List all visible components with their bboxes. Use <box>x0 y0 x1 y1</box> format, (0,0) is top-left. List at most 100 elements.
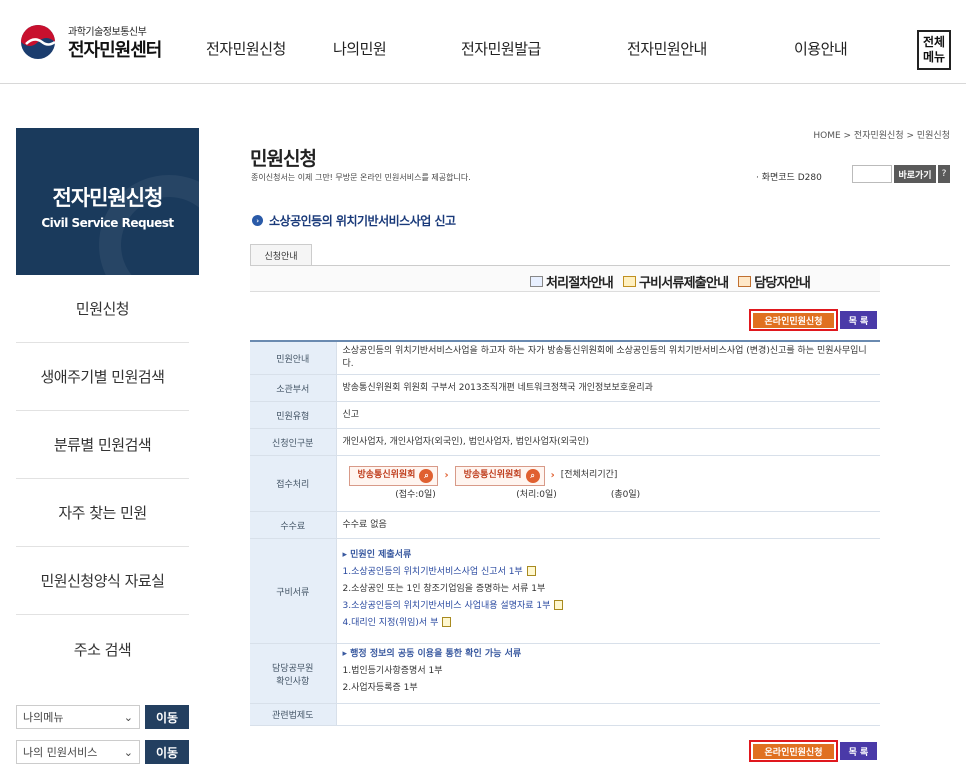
process-header: 접수처리 <box>250 455 337 512</box>
arrow-right-icon: › <box>550 470 555 481</box>
sidebar-menu: 민원신청 생애주기별 민원검색 분류별 민원검색 자주 찾는 민원 민원신청양식… <box>16 275 189 683</box>
sidebar-item-frequent[interactable]: 자주 찾는 민원 <box>16 479 189 547</box>
dept-value: 방송통신위원회 위원회 구부서 2013조직개편 네트워크정책국 개인정보보호윤… <box>336 374 880 402</box>
shortcut-button[interactable]: 바로가기 <box>894 165 936 183</box>
my-menu-go-button[interactable]: 이동 <box>145 705 189 729</box>
process-step-receive-label: 방송통신위원회 <box>357 470 416 480</box>
screen-code-label: · 화면코드 D280 <box>756 173 822 183</box>
process-flow: 방송통신위원회 ⌕ › 방송통신위원회 ⌕ › [전체처리기간] <box>348 465 875 486</box>
nav-my-civil[interactable]: 나의민원 <box>333 38 387 59</box>
officer-icon <box>738 276 752 287</box>
fee-header: 수수료 <box>250 511 337 539</box>
dept-header: 소관부서 <box>250 374 337 402</box>
download-file-icon[interactable] <box>526 566 536 576</box>
nav-guide[interactable]: 전자민원안내 <box>627 38 707 59</box>
process-durations: (접수:0일) (처리:0일) (총0일) <box>349 489 875 502</box>
online-apply-button-top[interactable]: 온라인민원신청 <box>749 309 838 331</box>
service-title: › 소상공인등의 위치기반서비스사업 신고 <box>252 212 456 229</box>
sidebar-subtitle: Civil Service Request <box>41 216 174 230</box>
chevron-down-icon: ⌄ <box>123 745 133 759</box>
table-row: 소관부서 방송통신위원회 위원회 구부서 2013조직개편 네트워크정책국 개인… <box>250 374 880 402</box>
sidebar-item-forms[interactable]: 민원신청양식 자료실 <box>16 547 189 615</box>
nav-apply[interactable]: 전자민원신청 <box>206 38 286 59</box>
list-button-bottom[interactable]: 목 록 <box>840 742 877 760</box>
sidebar-item-apply[interactable]: 민원신청 <box>16 275 189 343</box>
all-menu-button[interactable]: 전체 메뉴 <box>917 30 951 70</box>
my-menu-select[interactable]: 나의메뉴 ⌄ <box>16 705 140 729</box>
government-emblem-icon <box>21 25 56 59</box>
table-row: 관련법제도 <box>250 703 880 726</box>
page-description: 종이신청서는 이제 그만! 무방문 온라인 민원서비스를 제공합니다. <box>251 173 471 182</box>
doc-item-1-label: 1.소상공인등의 위치기반서비스사업 신고서 1부 <box>342 566 523 577</box>
download-file-icon[interactable] <box>442 617 452 627</box>
receive-days: (접수:0일) <box>395 489 436 500</box>
table-row: 민원안내 소상공인등의 위치기반서비스사업을 하고자 하는 자가 방송통신위원회… <box>250 341 880 375</box>
table-row: 신청인구분 개인사업자, 개인사업자(외국인), 법인사업자, 법인사업자(외국… <box>250 428 880 456</box>
officer-guide-label: 담당자안내 <box>754 276 811 291</box>
my-service-go-button[interactable]: 이동 <box>145 740 189 764</box>
online-apply-label: 온라인민원신청 <box>753 743 834 759</box>
type-value: 신고 <box>336 401 880 429</box>
guide-value: 소상공인등의 위치기반서비스사업을 하고자 하는 자가 방송통신위원회에 소상공… <box>336 341 880 375</box>
docs-section-head: ▸ 민원인 제출서류 <box>342 549 412 560</box>
site-logo[interactable]: 과학기술정보통신부 전자민원센터 <box>18 22 178 62</box>
document-guide-label: 구비서류제출안내 <box>638 276 729 291</box>
sidebar-item-lifecycle-search[interactable]: 생애주기별 민원검색 <box>16 343 189 411</box>
table-row: 민원유형 신고 <box>250 401 880 429</box>
my-service-select[interactable]: 나의 민원서비스 ⌄ <box>16 740 140 764</box>
officer-item-1: 1.법인등기사항증명서 1부 <box>342 666 443 676</box>
nav-issue[interactable]: 전자민원발급 <box>461 38 541 59</box>
sidebar-banner: 전자민원신청 Civil Service Request <box>16 128 199 275</box>
online-apply-label: 온라인민원신청 <box>753 312 834 328</box>
sidebar-item-address-search[interactable]: 주소 검색 <box>16 615 189 683</box>
document-icon <box>622 276 636 287</box>
applicant-value: 개인사업자, 개인사업자(외국인), 법인사업자, 법인사업자(외국인) <box>336 428 880 456</box>
process-step-receive[interactable]: 방송통신위원회 ⌕ <box>348 465 439 486</box>
officer-header: 담당공무원 확인사항 <box>250 643 337 704</box>
doc-item-4-label: 4.대리인 지정(위임)서 부 <box>342 617 439 628</box>
sidebar-title: 전자민원신청 <box>52 186 164 210</box>
handle-days: (처리:0일) <box>516 489 557 500</box>
law-header: 관련법제도 <box>250 703 337 726</box>
process-value: 방송통신위원회 ⌕ › 방송통신위원회 ⌕ › [전체처리기간] (접수:0일) (… <box>336 455 880 512</box>
sidebar-item-category-search[interactable]: 분류별 민원검색 <box>16 411 189 479</box>
process-icon <box>530 276 543 287</box>
site-header: 과학기술정보통신부 전자민원센터 전자민원신청 나의민원 전자민원발급 전자민원… <box>0 0 966 84</box>
page-title: 민원신청 <box>250 148 317 170</box>
quicklinks: 처리절차안내 구비서류제출안내 담당자안내 <box>530 272 811 291</box>
screen-code-input[interactable] <box>852 165 892 183</box>
list-button-top[interactable]: 목 록 <box>840 311 877 329</box>
my-menu-row: 나의메뉴 ⌄ 이동 <box>16 705 189 729</box>
help-button[interactable]: ? <box>938 165 950 183</box>
applicant-header: 신청인구분 <box>250 428 337 456</box>
total-period-label: [전체처리기간] <box>560 470 618 480</box>
online-apply-button-bottom[interactable]: 온라인민원신청 <box>749 740 838 762</box>
process-guide-link[interactable]: 처리절차안내 <box>530 272 614 291</box>
bullet-arrow-icon: › <box>252 215 263 226</box>
doc-item-3-label: 3.소상공인등의 위치기반서비스 사업내용 설명자료 1부 <box>342 600 551 611</box>
nav-usage[interactable]: 이용안내 <box>794 38 848 59</box>
docs-value: ▸ 민원인 제출서류 1.소상공인등의 위치기반서비스사업 신고서 1부 2.소… <box>336 538 880 644</box>
arrow-right-icon: › <box>444 470 449 481</box>
breadcrumb: HOME > 전자민원신청 > 민원신청 <box>813 131 950 141</box>
process-step-handle[interactable]: 방송통신위원회 ⌕ <box>454 465 545 486</box>
tab-apply-guide[interactable]: 신청안내 <box>250 244 312 266</box>
doc-item-4[interactable]: 4.대리인 지정(위임)서 부 <box>343 617 875 630</box>
doc-item-1[interactable]: 1.소상공인등의 위치기반서비스사업 신고서 1부 <box>343 566 875 579</box>
download-file-icon[interactable] <box>554 600 564 610</box>
type-header: 민원유형 <box>250 401 337 429</box>
officer-item-2: 2.사업자등록증 1부 <box>342 683 418 693</box>
document-guide-link[interactable]: 구비서류제출안내 <box>622 272 729 291</box>
officer-guide-link[interactable]: 담당자안내 <box>738 272 811 291</box>
officer-value: ▸ 행정 정보의 공동 이용을 통한 확인 가능 서류 1.법인등기사항증명서 … <box>336 643 880 704</box>
my-service-value: 나의 민원서비스 <box>23 746 98 759</box>
law-value <box>336 703 880 726</box>
site-name: 전자민원센터 <box>68 40 162 61</box>
table-row: 수수료 수수료 없음 <box>250 511 880 539</box>
doc-item-3[interactable]: 3.소상공인등의 위치기반서비스 사업내용 설명자료 1부 <box>343 600 875 613</box>
total-days: (총0일) <box>610 489 641 500</box>
process-guide-label: 처리절차안내 <box>546 276 614 291</box>
guide-header: 민원안내 <box>250 341 337 375</box>
doc-item-2: 2.소상공인 또는 1인 창조기업임을 증명하는 서류 1부 <box>342 583 546 594</box>
officer-section-head: ▸ 행정 정보의 공동 이용을 통한 확인 가능 서류 <box>342 649 522 659</box>
